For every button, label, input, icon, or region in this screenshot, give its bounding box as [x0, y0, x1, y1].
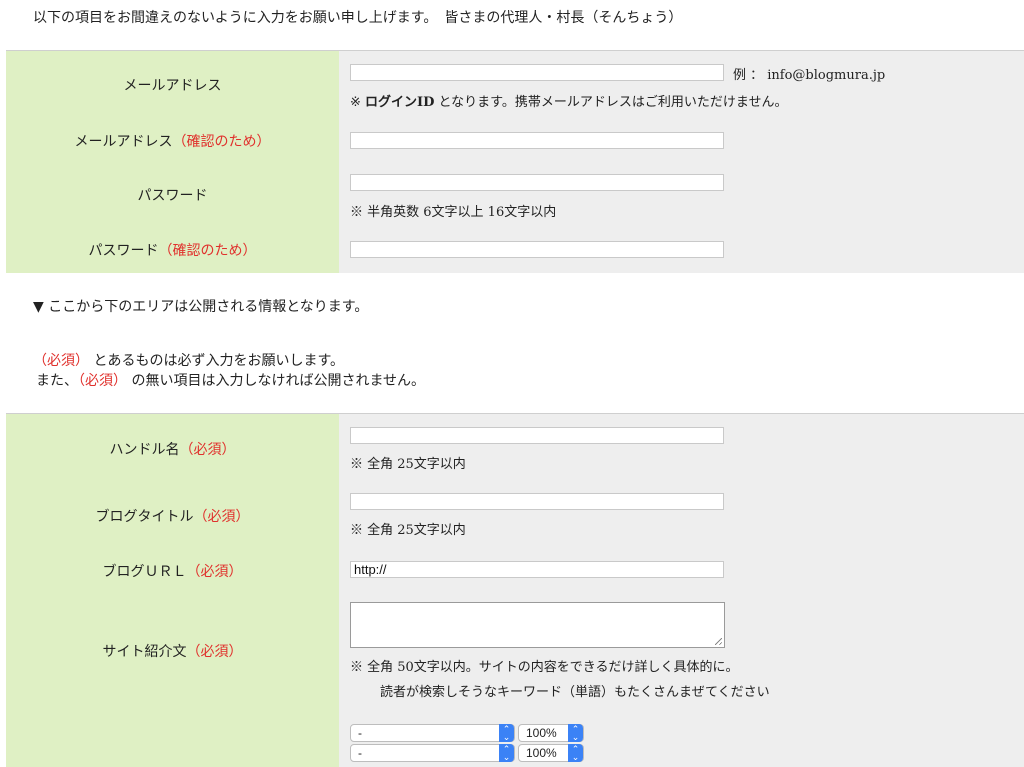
email-example: 例 ： info@blogmura.jp	[733, 68, 886, 83]
site-intro-note1: ※ 全角 50文字以内。サイトの内容をできるだけ詳しく具体的に。	[350, 660, 739, 675]
chevron-updown-icon: ⌃ ⌄	[568, 744, 583, 762]
email-label: メールアドレス	[123, 78, 222, 94]
chevron-updown-icon: ⌃ ⌄	[568, 724, 583, 742]
chevron-updown-icon: ⌃ ⌄	[499, 744, 514, 762]
intro-text: 以下の項目をお間違えのないように入力をお願い申し上げます。 皆さまの代理人・村長…	[33, 10, 683, 26]
blog-title-input[interactable]	[350, 493, 724, 510]
public-area-heading: ▼ ここから下のエリアは公開される情報となります。	[33, 299, 369, 315]
password-note: ※ 半角英数 6文字以上 16文字以内	[350, 205, 557, 220]
handle-input[interactable]	[350, 427, 724, 444]
password-label: パスワード	[137, 188, 208, 204]
blog-url-label: ブログＵＲＬ（必須）	[102, 564, 243, 580]
account-table: メールアドレス 例 ： info@blogmura.jp ※ ログインID とな…	[6, 50, 1024, 273]
blog-title-label: ブログタイトル（必須）	[95, 509, 250, 525]
site-intro-label: サイト紹介文（必須）	[102, 644, 243, 660]
blog-title-note: ※ 全角 25文字以内	[350, 523, 466, 538]
blog-url-input[interactable]	[350, 561, 724, 578]
required-notice-line1: （必須） とあるものは必ず入力をお願いします。	[33, 353, 345, 369]
percent-select-2[interactable]: 100% ⌃ ⌄	[518, 744, 584, 762]
label-column	[6, 414, 339, 767]
password-input[interactable]	[350, 174, 724, 191]
resize-grip-icon[interactable]	[715, 638, 722, 645]
category-select-2[interactable]: - ⌃ ⌄	[350, 744, 515, 762]
email-note: ※ ログインID となります。携帯メールアドレスはご利用いただけません。	[350, 95, 788, 110]
category-select-1[interactable]: - ⌃ ⌄	[350, 724, 515, 742]
email-confirm-input[interactable]	[350, 132, 724, 149]
site-intro-note2: 読者が検索しそうなキーワード（単語）もたくさんまぜてください	[380, 685, 770, 700]
password-confirm-input[interactable]	[350, 241, 724, 258]
chevron-updown-icon: ⌃ ⌄	[499, 724, 514, 742]
site-intro-textarea[interactable]	[350, 602, 725, 648]
percent-select-1[interactable]: 100% ⌃ ⌄	[518, 724, 584, 742]
email-input[interactable]	[350, 64, 724, 81]
handle-note: ※ 全角 25文字以内	[350, 457, 466, 472]
required-notice-line2: また、（必須） の無い項目は入力しなければ公開されません。	[36, 373, 426, 389]
profile-table: ハンドル名（必須） ※ 全角 25文字以内 ブログタイトル（必須） ※ 全角 2…	[6, 413, 1024, 767]
handle-label: ハンドル名（必須）	[109, 442, 236, 458]
email-confirm-label: メールアドレス（確認のため）	[74, 134, 271, 150]
password-confirm-label: パスワード（確認のため）	[88, 243, 257, 259]
